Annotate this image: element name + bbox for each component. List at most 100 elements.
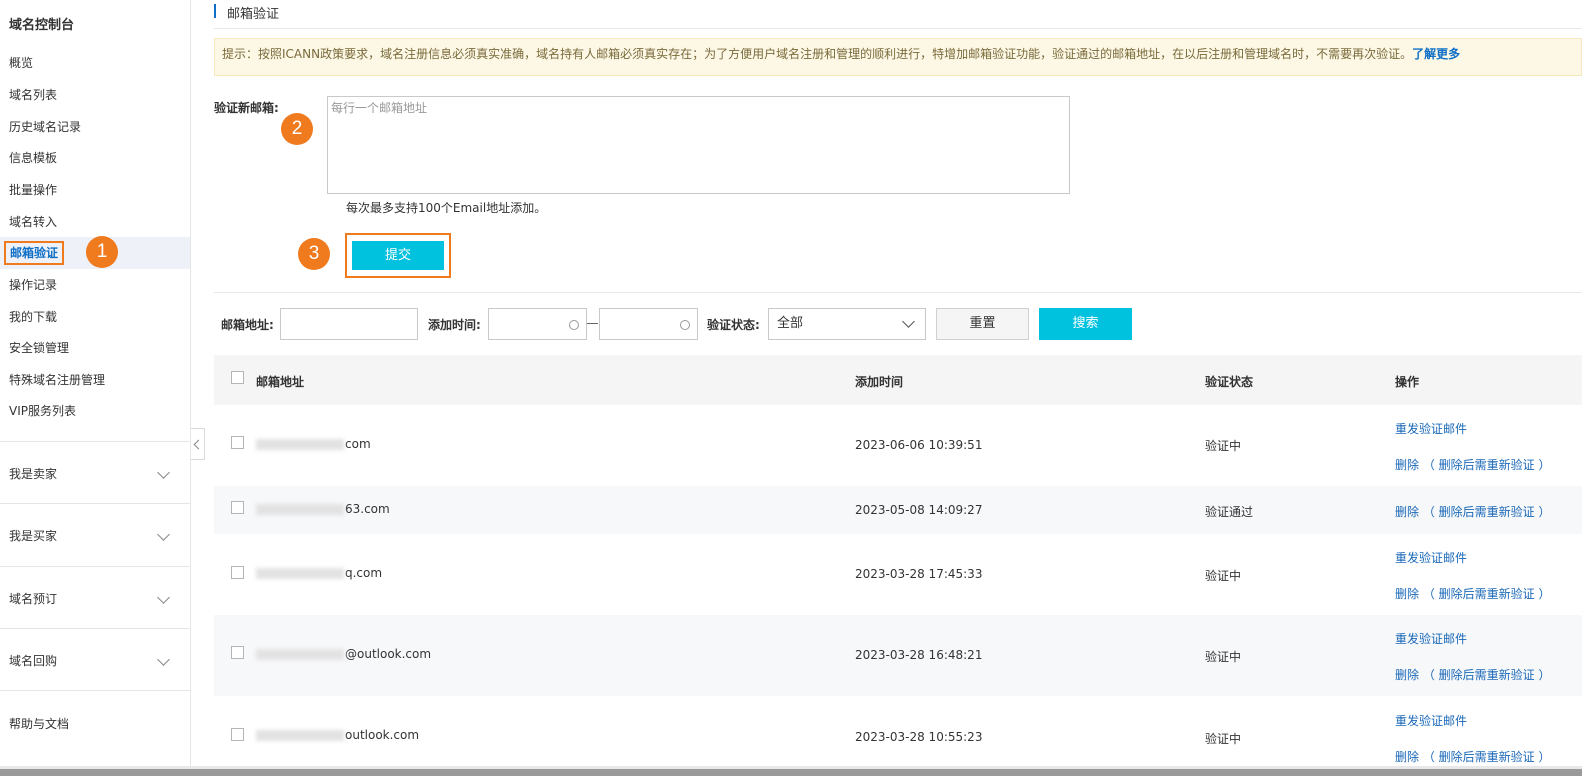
page-header: 邮箱验证 [214,0,1582,29]
column-header-email: 邮箱地址 [256,375,305,389]
sidebar-divider [0,628,190,629]
time-cell: 2023-05-08 14:09:27 [855,503,983,517]
sidebar-item-domain-list[interactable]: 域名列表 [0,79,190,111]
column-header-time: 添加时间 [855,375,904,389]
sidebar-item-info-templates[interactable]: 信息模板 [0,142,190,174]
filter-status-select[interactable]: 全部 [768,308,926,340]
email-visible-part: q.com [345,566,383,580]
email-visible-part: 63.com [345,502,390,516]
learn-more-link[interactable]: 了解更多 [1412,47,1460,61]
filter-end-date-input[interactable] [599,308,698,340]
email-cell: com [256,437,371,451]
email-visible-part: @outlook.com [345,647,432,661]
row-checkbox[interactable] [231,728,244,741]
resend-email-link[interactable]: 重发验证邮件 [1395,549,1467,566]
sidebar-group-label: 域名回购 [9,654,58,668]
time-cell: 2023-03-28 16:48:21 [855,648,983,662]
sidebar-item-label: 我的下载 [9,310,58,324]
policy-notice: 提示：按照ICANN政策要求，域名注册信息必须真实准确，域名持有人邮箱必须真实存… [214,38,1582,76]
sidebar-item-domain-transfer[interactable]: 域名转入 [0,206,190,238]
delete-link[interactable]: 删除 （ 删除后需重新验证 ） [1395,666,1550,683]
status-cell: 验证通过 [1205,505,1254,519]
title-accent-bar [214,4,216,18]
sidebar-item-label: 域名转入 [9,215,58,229]
time-cell: 2023-03-28 17:45:33 [855,567,983,581]
delete-link[interactable]: 删除 （ 删除后需重新验证 ） [1395,748,1550,765]
chevron-down-icon [157,528,170,541]
section-divider [214,292,1582,293]
delete-link[interactable]: 删除 （ 删除后需重新验证 ） [1395,585,1550,602]
filter-email-label: 邮箱地址: [221,318,274,332]
new-email-label: 验证新邮箱: [214,101,279,115]
sidebar-item-overview[interactable]: 概览 [0,47,190,79]
status-cell: 验证中 [1205,439,1242,453]
time-cell: 2023-03-28 10:55:23 [855,730,983,744]
sidebar-group-domain-reservation[interactable]: 域名预订 [0,583,190,615]
date-range-separator [587,323,598,324]
row-checkbox[interactable] [231,646,244,659]
sidebar-item-vip-services[interactable]: VIP服务列表 [0,395,190,427]
sidebar-item-label: 特殊域名注册管理 [9,373,106,387]
sidebar-item-help-docs[interactable]: 帮助与文档 [0,708,190,740]
sidebar-group-label: 我是卖家 [9,467,58,481]
new-email-textarea[interactable] [327,96,1070,194]
bottom-scrollbar[interactable] [0,766,1582,776]
chevron-down-icon [902,315,915,328]
column-header-actions: 操作 [1395,375,1420,389]
time-cell: 2023-06-06 10:39:51 [855,438,983,452]
sidebar-group-domain-buyback[interactable]: 域名回购 [0,645,190,677]
submit-button[interactable]: 提交 [352,241,444,270]
sidebar-divider [0,690,190,691]
sidebar-item-security-lock[interactable]: 安全锁管理 [0,332,190,364]
resend-email-link[interactable]: 重发验证邮件 [1395,420,1467,437]
search-button[interactable]: 搜索 [1039,308,1132,340]
table-row: @outlook.com 2023-03-28 16:48:21 验证中 重发验… [214,615,1582,696]
sidebar-title: 域名控制台 [9,18,75,33]
redacted-block [256,439,344,450]
row-checkbox[interactable] [231,501,244,514]
step-badge-1: 1 [86,236,118,268]
sidebar-item-label: 域名列表 [9,88,58,102]
submit-highlight-frame: 提交 [345,233,451,278]
sidebar-item-operation-log[interactable]: 操作记录 [0,269,190,301]
status-cell: 验证中 [1205,732,1242,746]
sidebar-item-domain-history[interactable]: 历史域名记录 [0,111,190,143]
clock-icon [569,320,579,330]
sidebar-item-batch-operations[interactable]: 批量操作 [0,174,190,206]
reset-button[interactable]: 重置 [936,308,1029,340]
resend-email-link[interactable]: 重发验证邮件 [1395,712,1467,729]
sidebar-item-my-downloads[interactable]: 我的下载 [0,301,190,333]
sidebar-group-label: 我是买家 [9,529,58,543]
page-title: 邮箱验证 [227,7,280,22]
sidebar-collapse-button[interactable] [191,428,205,460]
resend-email-link[interactable]: 重发验证邮件 [1395,630,1467,647]
column-header-status: 验证状态 [1205,375,1254,389]
sidebar-help-label: 帮助与文档 [9,717,70,731]
row-checkbox[interactable] [231,566,244,579]
delete-link[interactable]: 删除 （ 删除后需重新验证 ） [1395,503,1550,520]
sidebar-divider [0,503,190,504]
filter-start-date-input[interactable] [488,308,587,340]
select-all-checkbox[interactable] [231,371,244,384]
sidebar-group-buyer[interactable]: 我是买家 [0,520,190,552]
sidebar-divider [0,441,190,442]
filter-email-input[interactable] [280,308,418,340]
sidebar-divider [0,566,190,567]
table-header: 邮箱地址 添加时间 验证状态 操作 [214,355,1582,405]
row-checkbox[interactable] [231,436,244,449]
filter-time-label: 添加时间: [428,318,481,332]
table-row: outlook.com 2023-03-28 10:55:23 验证中 重发验证… [214,696,1582,766]
sidebar-item-label: 历史域名记录 [9,120,82,134]
email-visible-part: com [345,437,371,451]
redacted-block [256,504,344,515]
step-badge-3: 3 [298,238,330,270]
table-row: q.com 2023-03-28 17:45:33 重发验证邮件 验证中 删除 … [214,534,1582,615]
sidebar-item-special-domain[interactable]: 特殊域名注册管理 [0,364,190,396]
email-cell: outlook.com [256,728,419,742]
sidebar-group-seller[interactable]: 我是卖家 [0,458,190,490]
filter-status-value: 全部 [777,316,804,331]
email-limit-hint: 每次最多支持100个Email地址添加。 [346,201,547,215]
redacted-block [256,568,344,579]
sidebar-item-label: 邮箱验证 [4,241,65,265]
delete-link[interactable]: 删除 （ 删除后需重新验证 ） [1395,456,1550,473]
